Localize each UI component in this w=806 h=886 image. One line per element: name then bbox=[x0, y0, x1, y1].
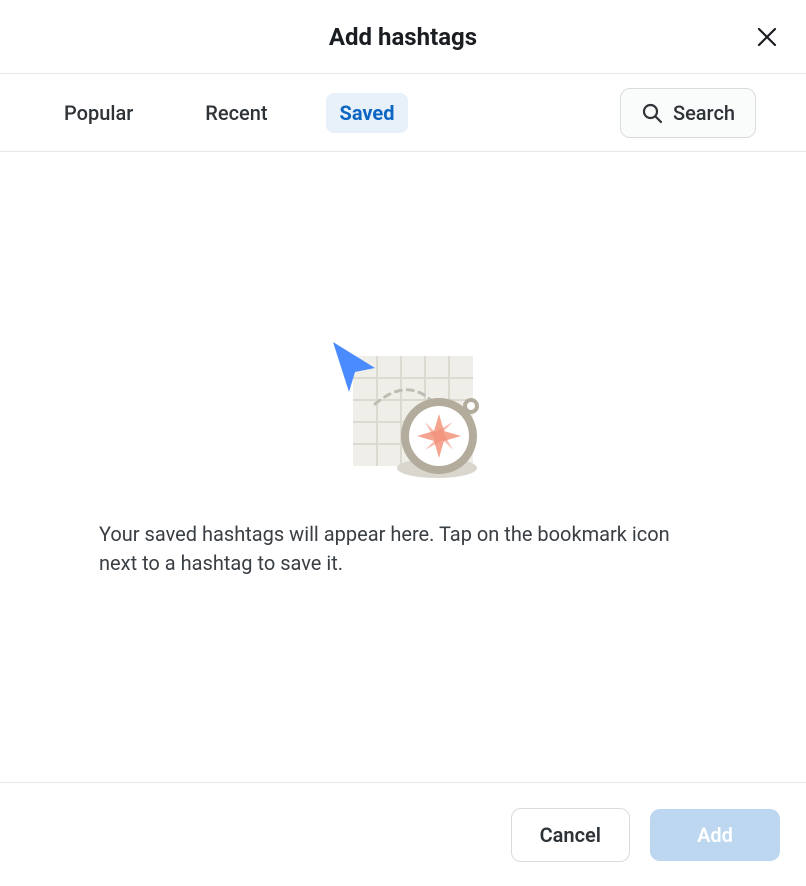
empty-state-message: Your saved hashtags will appear here. Ta… bbox=[83, 520, 723, 578]
empty-state: Your saved hashtags will appear here. Ta… bbox=[0, 152, 806, 782]
compass-map-icon bbox=[313, 332, 493, 492]
tab-bar: Popular Recent Saved Search bbox=[0, 74, 806, 152]
compass-map-illustration bbox=[313, 332, 493, 492]
modal-footer: Cancel Add bbox=[0, 782, 806, 886]
search-label: Search bbox=[673, 101, 735, 125]
tab-saved[interactable]: Saved bbox=[326, 93, 409, 133]
search-button[interactable]: Search bbox=[620, 88, 756, 138]
close-button[interactable] bbox=[752, 22, 782, 52]
tab-popular[interactable]: Popular bbox=[50, 93, 147, 133]
add-button[interactable]: Add bbox=[650, 809, 780, 861]
cancel-button[interactable]: Cancel bbox=[511, 808, 630, 862]
close-icon bbox=[756, 26, 778, 48]
search-icon bbox=[641, 102, 663, 124]
modal-title: Add hashtags bbox=[329, 23, 477, 51]
tab-recent[interactable]: Recent bbox=[191, 93, 281, 133]
modal-header: Add hashtags bbox=[0, 0, 806, 74]
